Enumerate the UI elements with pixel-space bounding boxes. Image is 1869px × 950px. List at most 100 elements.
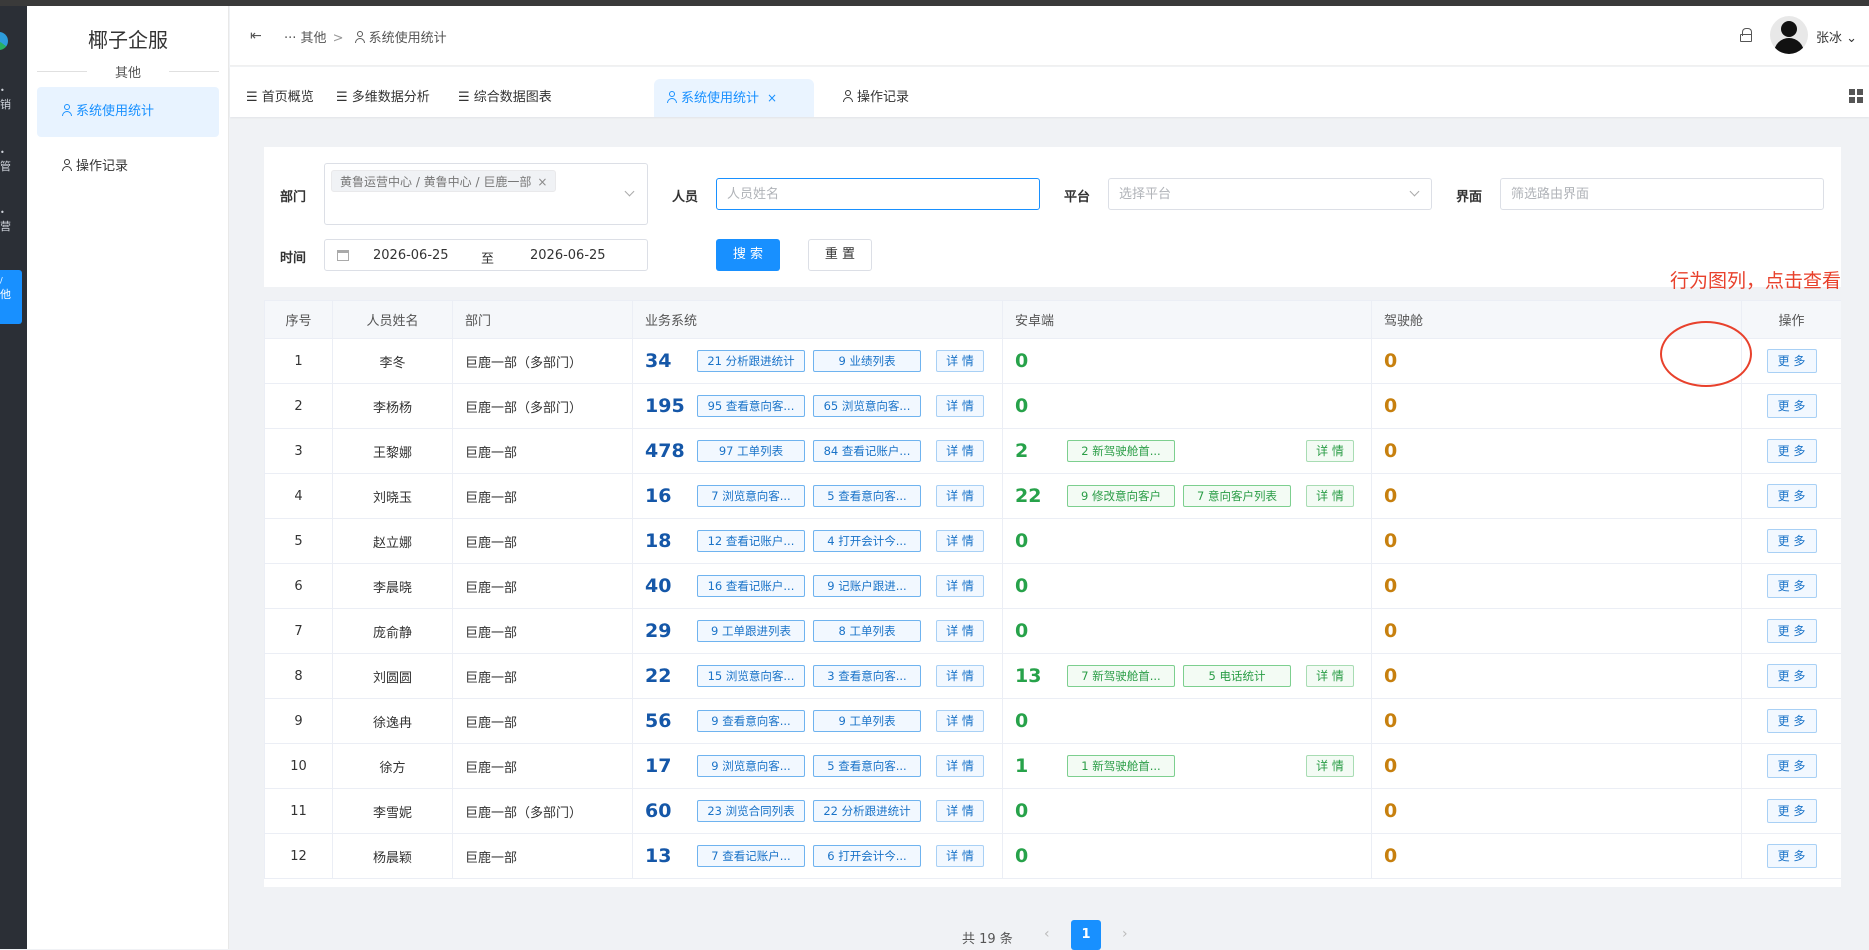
android-detail-button[interactable]: 详 情: [1306, 485, 1354, 507]
business-detail-button[interactable]: 详 情: [936, 800, 984, 822]
sidebar-item-operation-log[interactable]: 操作记录: [37, 142, 219, 192]
business-detail-button[interactable]: 详 情: [936, 485, 984, 507]
business-action-tag[interactable]: 9 查看意向客...: [697, 710, 805, 732]
business-detail-button[interactable]: 详 情: [936, 395, 984, 417]
tab-home-overview[interactable]: ☰ 首页概览: [234, 79, 326, 117]
tab-operation-log[interactable]: 操作记录: [830, 79, 921, 117]
cockpit-count: 0: [1384, 395, 1398, 417]
dept-select[interactable]: 黄鲁运营中心 / 黄鲁中心 / 巨鹿一部 ×: [324, 163, 648, 225]
breadcrumb-other[interactable]: 其他: [301, 31, 327, 46]
tab-multi-analysis[interactable]: ☰ 多维数据分析: [324, 79, 442, 117]
android-action-tag[interactable]: 7 新驾驶舱首...: [1067, 665, 1175, 687]
business-action-tag[interactable]: 9 记账户跟进...: [813, 575, 921, 597]
android-detail-button[interactable]: 详 情: [1306, 755, 1354, 777]
android-action-tag[interactable]: 9 修改意向客户: [1067, 485, 1175, 507]
business-detail-button[interactable]: 详 情: [936, 350, 984, 372]
business-action-tag[interactable]: 9 工单跟进列表: [697, 620, 805, 642]
user-menu[interactable]: 张冰 ⌄: [1816, 27, 1857, 46]
business-action-tag[interactable]: 3 查看意向客...: [813, 665, 921, 687]
business-action-tag[interactable]: 95 查看意向客...: [697, 395, 805, 417]
business-detail-button[interactable]: 详 情: [936, 575, 984, 597]
business-detail-button[interactable]: 详 情: [936, 845, 984, 867]
business-action-tag[interactable]: 5 查看意向客...: [813, 755, 921, 777]
business-action-tag[interactable]: 97 工单列表: [697, 440, 805, 462]
collapse-menu-icon[interactable]: ⇤: [250, 28, 262, 44]
more-button[interactable]: 更 多: [1766, 844, 1817, 868]
business-action-tag[interactable]: 7 浏览意向客...: [697, 485, 805, 507]
cell-no: 12: [264, 833, 333, 879]
rail-item-operate[interactable]: • 营: [0, 206, 27, 234]
page-input[interactable]: [1500, 178, 1824, 210]
reset-button[interactable]: 重 置: [808, 239, 872, 271]
android-action-tag[interactable]: 5 电话统计: [1183, 665, 1291, 687]
sidebar-item-usage-stats[interactable]: 系统使用统计: [37, 87, 219, 137]
business-action-tag[interactable]: 8 工单列表: [813, 620, 921, 642]
lock-icon[interactable]: [1740, 28, 1752, 42]
date-range-picker[interactable]: 2026-06-25 至 2026-06-25: [324, 239, 648, 271]
rail-item-other[interactable]: / 他: [0, 274, 27, 302]
android-action-tag[interactable]: 7 意向客户列表: [1183, 485, 1291, 507]
more-button[interactable]: 更 多: [1766, 664, 1817, 688]
business-action-tag[interactable]: 65 浏览意向客...: [813, 395, 921, 417]
cell-no: 7: [264, 608, 333, 654]
business-action-tag[interactable]: 84 查看记账户...: [813, 440, 921, 462]
business-detail-button[interactable]: 详 情: [936, 620, 984, 642]
more-button[interactable]: 更 多: [1766, 394, 1817, 418]
android-detail-button[interactable]: 详 情: [1306, 665, 1354, 687]
more-button[interactable]: 更 多: [1766, 574, 1817, 598]
prev-page-icon[interactable]: ‹: [1044, 926, 1050, 942]
cell-cockpit: 0: [1371, 833, 1742, 879]
platform-input[interactable]: [1108, 178, 1432, 210]
android-detail-button[interactable]: 详 情: [1306, 440, 1354, 462]
business-action-tag[interactable]: 23 浏览合同列表: [697, 800, 805, 822]
business-action-tag[interactable]: 9 工单列表: [813, 710, 921, 732]
list-icon: ☰: [336, 90, 348, 105]
tab-usage-stats[interactable]: 系统使用统计 ×: [654, 79, 814, 117]
android-action-tag[interactable]: 1 新驾驶舱首...: [1067, 755, 1175, 777]
business-action-tag[interactable]: 12 查看记账户...: [697, 530, 805, 552]
cell-name: 杨晨颖: [332, 833, 453, 879]
android-action-tag[interactable]: 2 新驾驶舱首...: [1067, 440, 1175, 462]
business-action-tag[interactable]: 21 分析跟进统计: [697, 350, 805, 372]
person-input[interactable]: [716, 178, 1040, 210]
page-label: 界面: [1456, 190, 1483, 205]
business-detail-button[interactable]: 详 情: [936, 755, 984, 777]
business-detail-button[interactable]: 详 情: [936, 530, 984, 552]
avatar[interactable]: [1770, 16, 1808, 54]
business-action-tag[interactable]: 6 打开会计今...: [813, 845, 921, 867]
more-button[interactable]: 更 多: [1766, 754, 1817, 778]
search-button[interactable]: 搜 索: [716, 239, 780, 271]
close-icon[interactable]: ×: [767, 91, 777, 105]
rail-item-sales[interactable]: • 销: [0, 84, 27, 112]
business-action-tag[interactable]: 7 查看记账户...: [697, 845, 805, 867]
business-action-tag[interactable]: 9 业绩列表: [813, 350, 921, 372]
date-end[interactable]: 2026-06-25: [530, 248, 606, 263]
business-detail-button[interactable]: 详 情: [936, 665, 984, 687]
more-button[interactable]: 更 多: [1766, 799, 1817, 823]
business-action-tag[interactable]: 15 浏览意向客...: [697, 665, 805, 687]
tab-data-charts[interactable]: ☰ 综合数据图表: [446, 79, 564, 117]
page-button[interactable]: 1: [1071, 920, 1101, 950]
business-action-tag[interactable]: 16 查看记账户...: [697, 575, 805, 597]
rail-item-manage[interactable]: • 管: [0, 146, 27, 174]
next-page-icon[interactable]: ›: [1122, 926, 1128, 942]
more-button[interactable]: 更 多: [1766, 709, 1817, 733]
platform-select[interactable]: [1108, 178, 1432, 210]
more-button[interactable]: 更 多: [1766, 619, 1817, 643]
more-button[interactable]: 更 多: [1766, 349, 1817, 373]
business-detail-button[interactable]: 详 情: [936, 440, 984, 462]
business-action-tag[interactable]: 5 查看意向客...: [813, 485, 921, 507]
cell-dept: 巨鹿一部（多部门）: [452, 383, 633, 429]
close-icon[interactable]: ×: [537, 175, 547, 189]
business-detail-button[interactable]: 详 情: [936, 710, 984, 732]
more-button[interactable]: 更 多: [1766, 529, 1817, 553]
date-start[interactable]: 2026-06-25: [373, 248, 449, 263]
more-button[interactable]: 更 多: [1766, 484, 1817, 508]
grid-icon[interactable]: [1849, 89, 1863, 103]
more-button[interactable]: 更 多: [1766, 439, 1817, 463]
business-action-tag[interactable]: 22 分析跟进统计: [813, 800, 921, 822]
cell-no: 9: [264, 698, 333, 744]
business-action-tag[interactable]: 9 浏览意向客...: [697, 755, 805, 777]
business-action-tag[interactable]: 4 打开会计今...: [813, 530, 921, 552]
breadcrumb-more[interactable]: ···: [284, 31, 296, 46]
